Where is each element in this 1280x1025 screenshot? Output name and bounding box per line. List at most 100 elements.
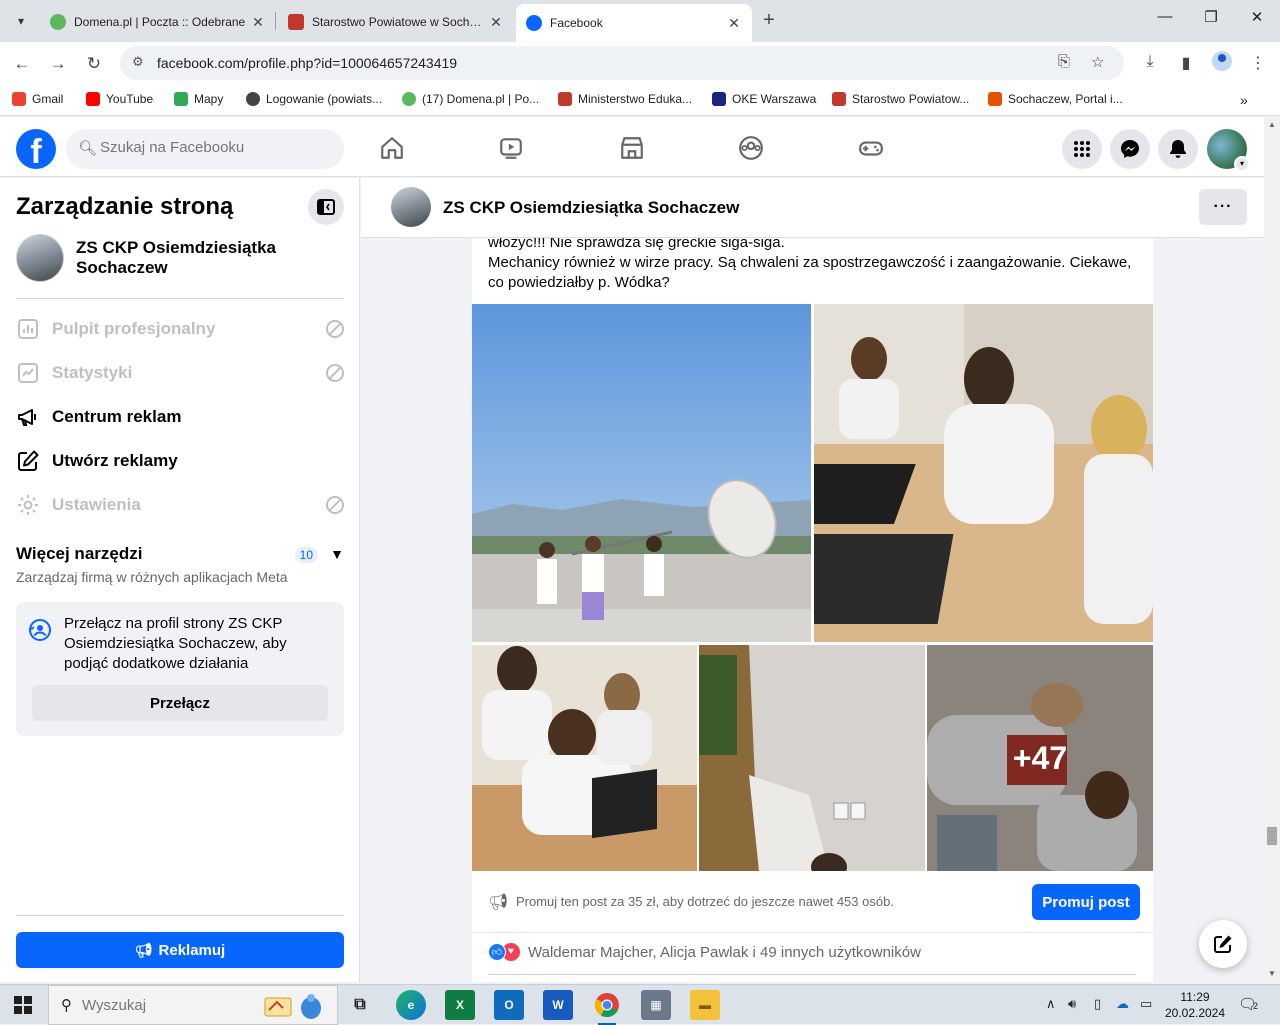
- site-settings-icon[interactable]: ⚙: [132, 54, 144, 70]
- bookmark-starostwo[interactable]: Starostwo Powiatow...: [832, 92, 969, 106]
- menu-item-ad-center[interactable]: Centrum reklam: [16, 395, 344, 439]
- maximize-window-icon[interactable]: ❐: [1188, 8, 1234, 26]
- outlook-icon[interactable]: O: [494, 990, 524, 1020]
- chevron-down-icon[interactable]: ▼: [330, 546, 344, 562]
- taskbar-search-input[interactable]: [82, 996, 242, 1014]
- menu-item-create-ads[interactable]: Utwórz reklamy: [16, 439, 344, 483]
- video-icon[interactable]: [498, 135, 524, 161]
- groups-icon[interactable]: [738, 135, 764, 161]
- scroll-down-arrow-icon[interactable]: ▼: [1268, 969, 1276, 978]
- post-photo-more[interactable]: +47: [927, 645, 1153, 871]
- menu-item-settings[interactable]: Ustawienia: [16, 483, 344, 527]
- browser-tab-starostwo[interactable]: Starostwo Powiatowe w Sochaczewie ✕: [278, 6, 514, 38]
- page-header-name[interactable]: ZS CKP Osiemdziesiątka Sochaczew: [443, 198, 739, 218]
- install-app-icon[interactable]: ⎘: [1058, 53, 1070, 70]
- back-arrow-icon[interactable]: ←: [9, 51, 35, 77]
- scrollbar-thumb[interactable]: [1267, 827, 1277, 845]
- bookmark-sochaczew[interactable]: Sochaczew, Portal i...: [988, 92, 1123, 106]
- post-photo-laptops[interactable]: [814, 304, 1153, 642]
- scroll-up-arrow-icon[interactable]: ▲: [1268, 120, 1276, 129]
- onedrive-cloud-icon[interactable]: ☁: [1116, 996, 1129, 1012]
- post-photo-rooftop[interactable]: [472, 304, 811, 642]
- more-photos-count[interactable]: +47: [927, 645, 1153, 871]
- taskbar-search-box[interactable]: ⚲: [48, 985, 338, 1025]
- browser-tab-poczta[interactable]: Domena.pl | Poczta :: Odebrane ✕: [40, 6, 276, 38]
- facebook-search-box[interactable]: 🔍︎: [66, 129, 344, 169]
- domena-favicon-icon: [50, 14, 66, 30]
- switch-profile-button[interactable]: Przełącz: [32, 685, 328, 721]
- switch-profile-text: Przełącz na profil strony ZS CKP Osiemdz…: [64, 615, 287, 672]
- close-tab-icon[interactable]: ✕: [488, 14, 504, 31]
- excel-icon[interactable]: X: [445, 990, 475, 1020]
- bookmark-mapy[interactable]: Mapy: [174, 92, 223, 106]
- reactions-text[interactable]: Waldemar Majcher, Alicja Pawlak i 49 inn…: [528, 944, 921, 961]
- volume-icon[interactable]: 🔊︎: [1068, 996, 1076, 1012]
- address-bar[interactable]: ⚙ facebook.com/profile.php?id=1000646572…: [120, 46, 1124, 80]
- bookmark-oke[interactable]: OKE Warszawa: [712, 92, 816, 106]
- download-icon[interactable]: ⤓: [1139, 53, 1161, 71]
- bookmark-gmail[interactable]: Gmail: [12, 92, 63, 106]
- facebook-logo-icon[interactable]: f: [16, 129, 56, 169]
- network-icon[interactable]: ▭: [1140, 996, 1152, 1012]
- device-icon[interactable]: ▯: [1094, 996, 1101, 1012]
- close-tab-icon[interactable]: ✕: [250, 14, 266, 31]
- notifications-bell-icon[interactable]: [1158, 129, 1198, 169]
- menu-item-professional-dashboard[interactable]: Pulpit profesjonalny: [16, 307, 344, 351]
- messenger-icon[interactable]: [1110, 129, 1150, 169]
- bookmarks-overflow-chevron-icon[interactable]: »: [1240, 92, 1248, 108]
- more-options-button[interactable]: ···: [1199, 189, 1247, 225]
- browser-tab-facebook[interactable]: Facebook ✕: [516, 4, 752, 42]
- post-photo-workshop[interactable]: [472, 645, 697, 871]
- panel-title: Zarządzanie stroną: [16, 193, 234, 220]
- bookmark-label: Sochaczew, Portal i...: [1008, 92, 1123, 106]
- edge-browser-icon[interactable]: e: [396, 990, 426, 1020]
- bookmark-logowanie[interactable]: Logowanie (powiats...: [246, 92, 382, 106]
- page-avatar[interactable]: [391, 187, 431, 227]
- bookmark-domena[interactable]: (17) Domena.pl | Po...: [402, 92, 539, 106]
- facebook-search-input[interactable]: [100, 139, 330, 156]
- word-icon[interactable]: W: [543, 990, 573, 1020]
- tab-search-chevron-icon[interactable]: ▾: [8, 8, 34, 34]
- promote-post-button[interactable]: Promuj post: [1032, 884, 1140, 920]
- close-tab-icon[interactable]: ✕: [726, 15, 742, 32]
- bookmark-youtube[interactable]: YouTube: [86, 92, 153, 106]
- task-view-icon[interactable]: ⧉: [345, 990, 375, 1020]
- bookmark-star-icon[interactable]: ☆: [1091, 53, 1104, 71]
- new-message-button[interactable]: [1199, 920, 1247, 968]
- close-window-icon[interactable]: ✕: [1234, 8, 1280, 26]
- notification-center-icon[interactable]: 🗨︎2: [1238, 995, 1258, 1013]
- managed-page-link[interactable]: ZS CKP Osiemdziesiątka Sochaczew: [16, 234, 296, 282]
- calculator-icon[interactable]: ▦: [641, 990, 671, 1020]
- collapse-panel-button[interactable]: [308, 189, 344, 225]
- taskbar-clock[interactable]: 11:29 20.02.2024: [1160, 989, 1230, 1021]
- post-reactions[interactable]: 👍︎ ♥ Waldemar Majcher, Alicja Pawlak i 4…: [488, 943, 921, 961]
- url-text[interactable]: facebook.com/profile.php?id=100064657243…: [157, 55, 457, 71]
- windows-start-icon[interactable]: [14, 996, 32, 1014]
- chrome-icon[interactable]: [592, 990, 622, 1025]
- advertise-button-label: Reklamuj: [158, 941, 226, 959]
- tray-overflow-chevron-icon[interactable]: ∧: [1046, 996, 1056, 1012]
- more-tools-section[interactable]: Więcej narzędzi 10 ▼ Zarządzaj firmą w r…: [16, 544, 344, 585]
- advertise-button[interactable]: 📢︎ Reklamuj: [16, 932, 344, 968]
- tab-separator: [275, 12, 276, 30]
- new-tab-plus-icon[interactable]: +: [758, 9, 780, 32]
- forward-arrow-icon[interactable]: →: [45, 51, 71, 77]
- menu-item-statistics[interactable]: Statystyki: [16, 351, 344, 395]
- file-explorer-icon[interactable]: ▬: [690, 990, 720, 1020]
- minimize-window-icon[interactable]: —: [1142, 8, 1188, 25]
- home-icon[interactable]: [379, 135, 405, 161]
- account-avatar[interactable]: ▾: [1207, 129, 1250, 172]
- side-panel-icon[interactable]: ▮: [1175, 53, 1197, 73]
- menu-grid-icon[interactable]: [1062, 129, 1102, 169]
- bookmark-ministerstwo[interactable]: Ministerstwo Eduka...: [558, 92, 692, 106]
- chrome-menu-icon[interactable]: ⋮: [1247, 53, 1269, 73]
- browser-profile-icon[interactable]: [1212, 51, 1232, 71]
- bookmark-label: Starostwo Powiatow...: [852, 92, 970, 106]
- unavailable-icon: [326, 496, 344, 514]
- reload-icon[interactable]: ↻: [81, 51, 107, 77]
- marketplace-icon[interactable]: [619, 135, 645, 161]
- gaming-icon[interactable]: [858, 135, 884, 161]
- post-photo-wall-socket[interactable]: [699, 645, 925, 871]
- search-icon: 🔍︎: [78, 140, 98, 157]
- page-scrollbar[interactable]: ▲ ▼: [1264, 117, 1280, 982]
